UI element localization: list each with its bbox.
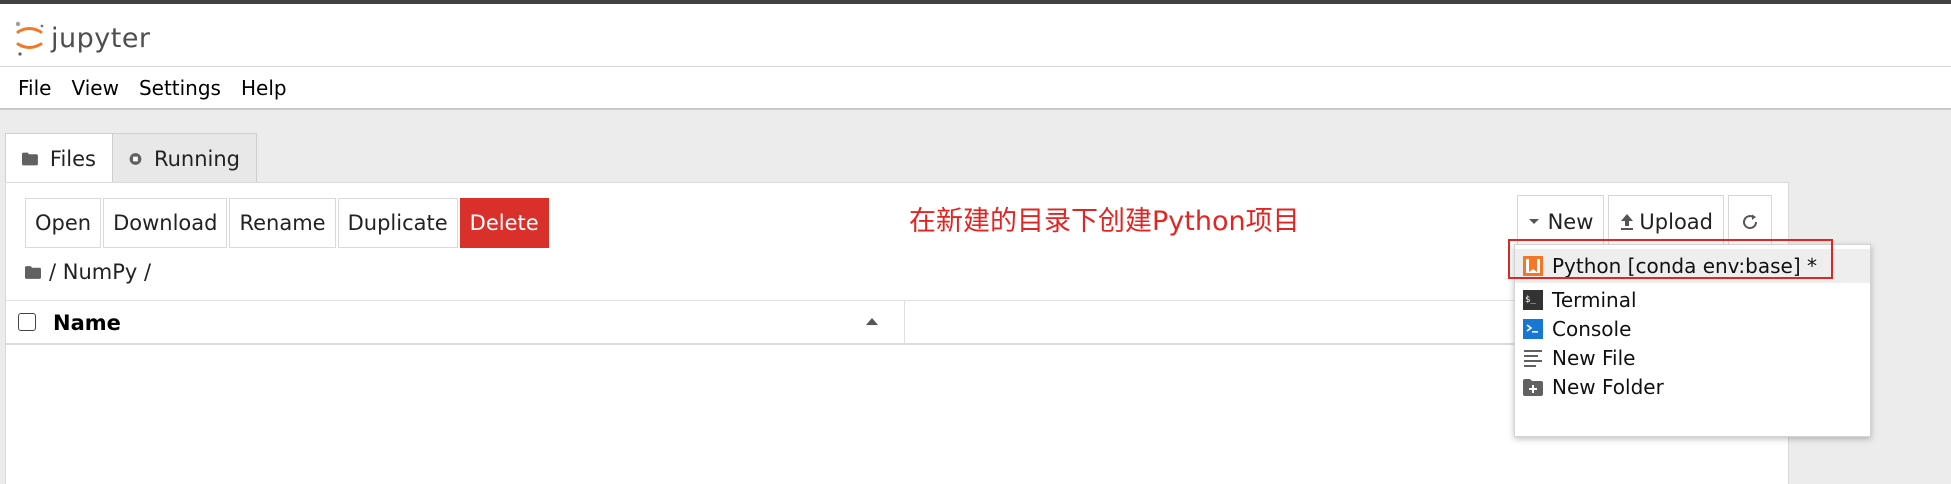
new-menu-item-new-folder[interactable]: New Folder (1515, 370, 1870, 404)
highlight-box (1508, 239, 1833, 279)
open-button[interactable]: Open (25, 198, 102, 248)
tab-files-label: Files (49, 146, 96, 171)
menu-file[interactable]: File (8, 76, 61, 100)
menu-help[interactable]: Help (231, 76, 297, 100)
svg-text:$_: $_ (1525, 295, 1536, 305)
breadcrumb-path[interactable]: / NumPy / (49, 260, 151, 284)
delete-button[interactable]: Delete (459, 198, 549, 248)
upload-icon (1621, 214, 1634, 230)
duplicate-button[interactable]: Duplicate (337, 198, 458, 248)
annotation-text: 在新建的目录下创建Python项目 (909, 206, 1300, 237)
rename-button[interactable]: Rename (229, 198, 336, 248)
name-column-header[interactable]: Name (53, 311, 121, 335)
folder-plus-icon (1523, 379, 1543, 396)
console-icon (1523, 319, 1543, 339)
column-divider[interactable] (904, 301, 905, 344)
menu-bar: File View Settings Help (0, 67, 1951, 110)
new-menu-item-label: New File (1552, 346, 1636, 370)
new-button-label: New (1547, 210, 1594, 234)
caret-down-icon (1528, 219, 1539, 224)
menu-settings[interactable]: Settings (129, 76, 231, 100)
folder-icon (22, 152, 38, 165)
breadcrumb: / NumPy / (25, 260, 151, 284)
sort-ascending-icon[interactable] (865, 317, 879, 326)
header: jupyter (0, 4, 1951, 67)
stop-circle-icon (129, 152, 142, 165)
terminal-icon: $_ (1523, 290, 1543, 310)
select-all-checkbox[interactable] (18, 313, 36, 331)
new-menu-item-label: New Folder (1552, 375, 1664, 399)
new-menu-item-label: Console (1552, 317, 1632, 341)
tab-files[interactable]: Files (5, 133, 113, 183)
file-lines-icon (1524, 350, 1542, 367)
jupyter-logo-icon (14, 18, 48, 58)
upload-button-label: Upload (1639, 210, 1713, 234)
download-button[interactable]: Download (103, 198, 228, 248)
jupyter-logo[interactable]: jupyter (14, 18, 151, 58)
menu-view[interactable]: View (61, 76, 128, 100)
tab-running-label: Running (153, 146, 240, 171)
tab-bar: Files Running (5, 133, 257, 183)
folder-icon[interactable] (25, 265, 41, 279)
refresh-icon (1743, 214, 1758, 230)
logo-text: jupyter (51, 22, 151, 54)
tab-running[interactable]: Running (112, 133, 257, 183)
new-menu-item-label: Terminal (1552, 288, 1637, 312)
file-toolbar: Open Download Rename Duplicate Delete (25, 198, 551, 248)
